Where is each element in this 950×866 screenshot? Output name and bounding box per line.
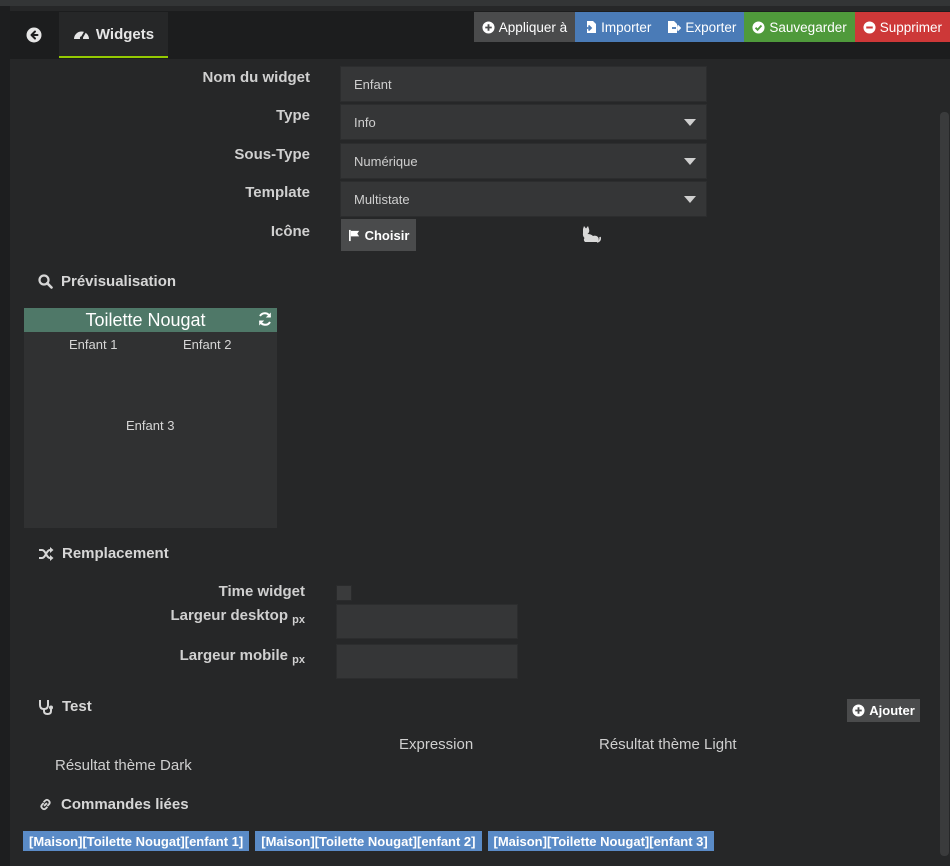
back-button[interactable] <box>12 12 56 58</box>
widget-name-value: Enfant <box>354 76 392 92</box>
file-export-icon <box>668 21 682 33</box>
caret-down-icon <box>684 158 696 165</box>
replacement-title: Remplacement <box>62 545 169 562</box>
test-title: Test <box>62 698 92 715</box>
import-label: Importer <box>601 19 652 35</box>
save-button[interactable]: Sauvegarder <box>744 12 855 42</box>
subtype-label: Sous-Type <box>234 146 310 163</box>
tab-label: Widgets <box>95 25 155 43</box>
refresh-icon[interactable] <box>257 311 273 327</box>
widget-name-label: Nom du widget <box>202 69 311 86</box>
add-test-button[interactable]: Ajouter <box>847 699 920 722</box>
replacement-section-title: Remplacement <box>38 545 169 562</box>
stethoscope-icon <box>39 699 53 715</box>
link-icon <box>40 798 51 811</box>
tab-widgets[interactable]: Widgets <box>59 12 168 58</box>
linked-command-3[interactable]: [Maison][Toilette Nougat][enfant 3] <box>487 831 714 851</box>
type-select[interactable]: Info <box>340 104 707 140</box>
dashboard-icon <box>73 31 89 40</box>
check-circle-icon <box>752 20 765 34</box>
linked-commands: [Maison][Toilette Nougat][enfant 1] [Mai… <box>23 831 714 851</box>
widget-title: Toilette Nougat <box>85 310 206 330</box>
desktop-width-label: Largeur desktop px <box>105 607 305 626</box>
desktop-width-label-text: Largeur desktop <box>170 607 288 624</box>
widget-preview: Toilette Nougat Enfant 1 Enfant 2 Enfant… <box>24 308 277 528</box>
search-icon <box>38 274 53 289</box>
mobile-width-unit: px <box>292 654 305 666</box>
linked-title: Commandes liées <box>61 796 189 813</box>
cat-icon <box>582 226 601 243</box>
template-select[interactable]: Multistate <box>340 181 707 217</box>
shuffle-icon <box>39 546 54 561</box>
widget-child-3: Enfant 3 <box>126 418 175 433</box>
desktop-width-input[interactable] <box>336 604 518 639</box>
choose-icon-button[interactable]: Choisir <box>341 219 416 251</box>
type-label: Type <box>276 107 310 124</box>
linked-section-title: Commandes liées <box>38 796 189 813</box>
time-widget-checkbox[interactable] <box>336 585 352 601</box>
plus-circle-icon <box>482 20 495 34</box>
save-label: Sauvegarder <box>769 19 847 35</box>
test-section-title: Test <box>38 698 92 715</box>
widget-child-2: Enfant 2 <box>183 337 232 352</box>
export-label: Exporter <box>685 19 737 35</box>
apply-to-button[interactable]: Appliquer à <box>473 12 576 42</box>
minus-circle-icon <box>863 20 876 34</box>
preview-section-title: Prévisualisation <box>38 273 176 290</box>
flag-icon <box>348 229 359 241</box>
widget-child-1: Enfant 1 <box>69 337 118 352</box>
column-dark-result: Résultat thème Dark <box>55 757 192 774</box>
choose-label: Choisir <box>364 227 410 243</box>
plus-circle-icon <box>852 704 865 717</box>
preview-title: Prévisualisation <box>61 273 177 290</box>
subtype-select[interactable]: Numérique <box>340 143 707 179</box>
column-light-result: Résultat thème Light <box>599 736 737 753</box>
column-expression: Expression <box>399 736 474 753</box>
type-value: Info <box>354 114 376 130</box>
scrollbar[interactable] <box>940 112 949 856</box>
icon-label: Icône <box>270 223 310 240</box>
linked-command-1[interactable]: [Maison][Toilette Nougat][enfant 1] <box>23 831 250 851</box>
add-label: Ajouter <box>869 703 915 718</box>
linked-command-2[interactable]: [Maison][Toilette Nougat][enfant 2] <box>255 831 482 851</box>
widget-name-input[interactable]: Enfant <box>340 66 707 102</box>
caret-down-icon <box>684 119 696 126</box>
subtype-value: Numérique <box>354 153 418 169</box>
file-import-icon <box>584 21 597 33</box>
time-widget-label: Time widget <box>218 583 305 600</box>
desktop-width-unit: px <box>292 614 305 626</box>
mobile-width-label: Largeur mobile px <box>105 647 305 666</box>
caret-down-icon <box>684 196 696 203</box>
mobile-width-label-text: Largeur mobile <box>179 647 288 664</box>
action-toolbar: Appliquer à Importer Exporter Sauvegarde… <box>473 12 950 42</box>
import-button[interactable]: Importer <box>575 12 660 42</box>
mobile-width-input[interactable] <box>336 644 518 679</box>
export-button[interactable]: Exporter <box>659 12 745 42</box>
delete-label: Supprimer <box>879 19 942 35</box>
apply-to-label: Appliquer à <box>498 19 568 35</box>
template-value: Multistate <box>354 191 410 207</box>
arrow-left-circle-icon <box>26 27 42 43</box>
delete-button[interactable]: Supprimer <box>854 12 950 42</box>
template-label: Template <box>245 184 310 201</box>
